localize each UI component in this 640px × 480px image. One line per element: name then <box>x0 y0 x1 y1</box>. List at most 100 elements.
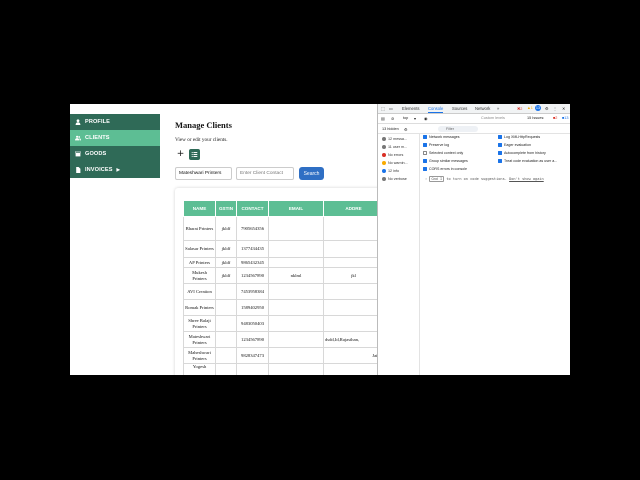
checkbox[interactable] <box>498 143 502 147</box>
table-row[interactable]: Salasar Printers jkldf 1377434435 <box>183 240 384 258</box>
sidebar-item-invoices[interactable]: INVOICES ▶ <box>70 162 160 178</box>
setting-network-messages[interactable]: Network messages <box>423 135 460 139</box>
checkbox[interactable] <box>423 135 427 139</box>
sidebar-toggle-icon[interactable]: ▤ <box>381 116 385 121</box>
box-icon <box>75 151 81 157</box>
cell-gstin: jkldf <box>215 267 237 284</box>
cell-contact: 9828347473 <box>236 347 269 364</box>
checkbox[interactable] <box>423 143 427 147</box>
client-contact-input[interactable]: Enter Client Contact <box>236 167 294 180</box>
checkbox[interactable] <box>423 159 427 163</box>
cell-address <box>323 299 384 316</box>
cell-contact: 7453958384 <box>236 283 269 300</box>
tab-sources[interactable]: Sources <box>452 106 467 111</box>
file-icon <box>75 167 81 173</box>
issues-count[interactable]: 15 Issues: <box>527 116 544 120</box>
issues-badge[interactable]: 13 <box>535 105 541 111</box>
setting-treat-code-eval[interactable]: Treat code evaluation as user a... <box>498 159 557 163</box>
cell-address <box>323 283 384 300</box>
user-icon <box>382 145 386 149</box>
cell-address <box>323 315 384 332</box>
table-row[interactable]: Mateshwari Printers 1234567890 dsdd,Id,R… <box>183 331 384 348</box>
dont-show-again-link[interactable]: Don't show again <box>509 177 544 181</box>
inspect-icon[interactable]: ⬚ <box>381 106 385 111</box>
setting-log-xhr[interactable]: Log XMLHttpRequests <box>498 135 540 139</box>
warning-count-badge[interactable]: ▲1 <box>527 106 533 110</box>
tab-console[interactable]: Console <box>428 106 444 113</box>
cell-email: nklml <box>268 267 324 284</box>
cell-gstin: jkldf <box>215 257 237 268</box>
list-icon <box>382 137 386 141</box>
client-contact-placeholder: Enter Client Contact <box>240 171 283 176</box>
close-icon[interactable]: ✕ <box>562 106 565 111</box>
error-count-badge[interactable]: ✖2 <box>517 106 522 111</box>
cell-address: Jaipu <box>323 347 384 364</box>
setting-autocomplete-history[interactable]: Autocomplete from history <box>498 151 546 155</box>
tab-elements[interactable]: Elements <box>402 106 419 111</box>
issues-error-icon: ■2 <box>553 116 558 120</box>
hidden-messages-bar: 13 hidden ⚙ <box>378 125 570 134</box>
list-view-button[interactable] <box>189 149 200 160</box>
devtools-tabbar: ⬚ ▭ Elements Console Sources Network » ✖… <box>378 104 570 114</box>
table-row[interactable]: Mukesh Printers jkldf 1234567890 nklml j… <box>183 267 384 284</box>
checkbox[interactable] <box>498 135 502 139</box>
setting-group-similar[interactable]: Group similar messages <box>423 159 468 163</box>
cell-address <box>323 240 384 258</box>
table-row[interactable]: Romak Printers 1589402950 <box>183 299 384 316</box>
sidebar-verbose[interactable]: No verbose <box>382 177 407 181</box>
cell-email <box>268 363 324 375</box>
sidebar-item-goods[interactable]: GOODS <box>70 146 160 162</box>
sidebar-warnings[interactable]: No warnin... <box>382 161 408 165</box>
checkbox[interactable] <box>498 159 502 163</box>
sidebar-messages[interactable]: 12 messa... <box>382 137 407 141</box>
checkbox[interactable] <box>423 167 427 171</box>
client-name-input[interactable]: Mateshwari Printers <box>175 167 232 180</box>
sidebar-info[interactable]: 12 info <box>382 169 399 173</box>
cell-name: Yogesh <box>183 363 216 375</box>
cell-address <box>323 257 384 268</box>
sidebar-errors[interactable]: No errors <box>382 153 403 157</box>
tab-network[interactable]: Network <box>475 106 490 111</box>
sidebar-user-messages[interactable]: 11 user m... <box>382 145 407 149</box>
cell-gstin <box>215 283 237 300</box>
device-toggle-icon[interactable]: ▭ <box>389 106 393 111</box>
table-row[interactable]: Bharat Printers jkldf 7905654356 <box>183 216 384 241</box>
table-row[interactable]: Shree Balaji Printers 9483050403 <box>183 315 384 332</box>
log-levels-select[interactable]: Custom levels <box>481 116 505 120</box>
table-row[interactable]: Yogesh <box>183 363 384 375</box>
table-row[interactable]: AP Printers jkldf 9865432345 <box>183 257 384 268</box>
setting-selected-context[interactable]: Selected context only <box>423 151 463 155</box>
column-header-contact: CONTACT <box>236 200 269 217</box>
cell-email <box>268 347 324 364</box>
context-select[interactable]: top <box>403 116 408 120</box>
table-row[interactable]: AVI Creation 7453958384 <box>183 283 384 300</box>
setting-preserve-log[interactable]: Preserve log <box>423 143 449 147</box>
settings-gear-icon[interactable]: ⚙ <box>545 106 548 111</box>
console-hint-text: to turn on code suggestions. <box>444 177 507 181</box>
clear-console-icon[interactable]: ⊘ <box>391 116 394 121</box>
chevron-right-icon: ▶ <box>116 167 121 172</box>
search-button[interactable]: Search <box>299 167 324 180</box>
more-options-icon[interactable]: ⋮ <box>553 106 557 111</box>
cell-gstin <box>215 363 237 375</box>
eye-icon[interactable]: ◉ <box>424 116 427 121</box>
cell-contact: 7905654356 <box>236 216 269 241</box>
cell-address <box>323 216 384 241</box>
checkbox[interactable] <box>423 151 427 155</box>
sidebar-item-clients[interactable]: CLIENTS <box>70 130 160 146</box>
setting-eager-evaluation[interactable]: Eager evaluation <box>498 143 531 147</box>
cell-email <box>268 257 324 268</box>
sidebar-item-label: INVOICES <box>85 167 113 173</box>
console-prompt-line[interactable]: › Cmd I to turn on code suggestions. Don… <box>425 176 544 182</box>
setting-cors-errors[interactable]: CORS errors in console <box>423 167 467 171</box>
add-client-button[interactable]: + <box>176 149 185 159</box>
cell-contact <box>236 363 269 375</box>
sidebar-item-profile[interactable]: PROFILE <box>70 114 160 130</box>
hidden-count: 13 hidden <box>382 127 399 131</box>
more-tabs-button[interactable]: » <box>497 106 499 111</box>
cell-name: Romak Printers <box>183 299 216 316</box>
console-settings-gear-icon[interactable]: ⚙ <box>404 127 407 132</box>
table-row[interactable]: Maheshwari Printers 9828347473 Jaipu <box>183 347 384 364</box>
cell-email <box>268 299 324 316</box>
checkbox[interactable] <box>498 151 502 155</box>
